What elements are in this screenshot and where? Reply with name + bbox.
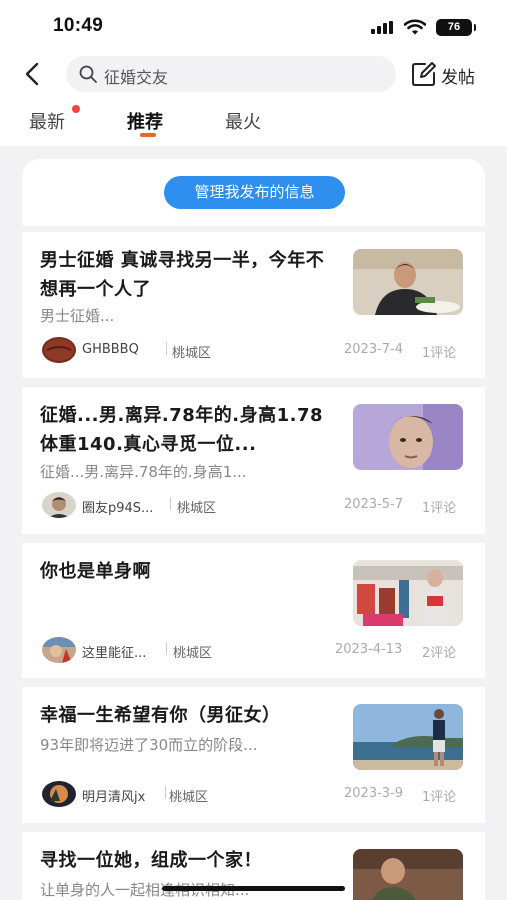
post-thumbnail[interactable] xyxy=(353,560,463,626)
post-excerpt: 男士征婚... xyxy=(40,307,115,325)
author-name[interactable]: 明月清风jx xyxy=(82,786,145,805)
post-excerpt: 93年即将迈进了30而立的阶段... xyxy=(40,736,258,754)
post-title[interactable]: 你也是单身啊 xyxy=(40,557,340,586)
post-title[interactable]: 男士征婚 真诚寻找另一半，今年不想再一个人了 xyxy=(40,246,340,304)
post-title[interactable]: 幸福一生希望有你（男征女） xyxy=(40,701,340,730)
avatar[interactable] xyxy=(42,492,76,518)
search-input[interactable]: 征婚交友 xyxy=(66,56,396,92)
post-title[interactable]: 寻找一位她，组成一个家！ xyxy=(40,846,340,875)
divider xyxy=(166,642,167,655)
post-title[interactable]: 征婚...男.离异.78年的.身高1.78体重140.真心寻觅一位... xyxy=(40,401,340,459)
tab-hottest[interactable]: 最火 xyxy=(225,108,261,134)
comment-count: 1评论 xyxy=(422,501,457,516)
post-card[interactable]: 男士征婚 真诚寻找另一半，今年不想再一个人了 男士征婚... GHBBBQ 桃城… xyxy=(22,232,485,378)
author-name[interactable]: 这里能征... xyxy=(82,642,146,661)
post-date: 2023-3-9 xyxy=(344,786,404,801)
post-date: 2023-7-4 xyxy=(344,342,404,357)
divider xyxy=(165,786,166,799)
author-name[interactable]: 圈友p94S... xyxy=(82,497,153,516)
post-card[interactable]: 征婚...男.离异.78年的.身高1.78体重140.真心寻觅一位... 征婚.… xyxy=(22,387,485,534)
tab-bar: 最新 推荐 最火 xyxy=(0,100,507,146)
status-time: 10:49 xyxy=(53,15,104,36)
status-bar: 10:49 76 xyxy=(0,0,507,50)
home-indicator xyxy=(162,886,345,891)
post-meta: 这里能征... 桃城区 2023-4-13 2评论 xyxy=(42,637,467,663)
district: 桃城区 xyxy=(169,790,209,805)
signal-icon xyxy=(371,21,397,34)
search-text: 征婚交友 xyxy=(104,68,169,87)
comment-count: 1评论 xyxy=(422,346,457,361)
author-name[interactable]: GHBBBQ xyxy=(82,342,139,357)
avatar[interactable] xyxy=(42,637,76,663)
post-label: 发帖 xyxy=(441,68,475,88)
post-card[interactable]: 幸福一生希望有你（男征女） 93年即将迈进了30而立的阶段... 明月清风jx … xyxy=(22,687,485,823)
tab-latest[interactable]: 最新 xyxy=(29,108,65,134)
post-button[interactable]: 发帖 xyxy=(411,58,491,88)
active-tab-indicator xyxy=(140,133,156,137)
divider xyxy=(166,342,167,355)
post-thumbnail[interactable] xyxy=(353,849,463,900)
district: 桃城区 xyxy=(172,346,212,361)
manage-my-posts-button[interactable]: 管理我发布的信息 xyxy=(164,176,345,209)
avatar[interactable] xyxy=(42,337,76,363)
battery-icon: 76 xyxy=(436,19,476,36)
post-thumbnail[interactable] xyxy=(353,404,463,470)
post-thumbnail[interactable] xyxy=(353,704,463,770)
post-date: 2023-4-13 xyxy=(335,642,403,657)
manage-card: 管理我发布的信息 xyxy=(22,159,485,226)
search-icon xyxy=(79,65,97,83)
comment-count: 1评论 xyxy=(422,790,457,805)
post-meta: 明月清风jx 桃城区 2023-3-9 1评论 xyxy=(42,781,467,807)
wifi-icon xyxy=(404,19,426,35)
header: 征婚交友 发帖 xyxy=(0,50,507,100)
post-card[interactable]: 你也是单身啊 这里能征... 桃城区 2023-4-13 2评论 xyxy=(22,543,485,678)
post-excerpt: 征婚...男.离异.78年的.身高1... xyxy=(40,463,247,481)
post-thumbnail[interactable] xyxy=(353,249,463,315)
district: 桃城区 xyxy=(177,501,217,516)
edit-icon xyxy=(412,62,436,86)
comment-count: 2评论 xyxy=(422,646,457,661)
district: 桃城区 xyxy=(173,646,213,661)
avatar[interactable] xyxy=(42,781,76,807)
post-meta: GHBBBQ 桃城区 2023-7-4 1评论 xyxy=(42,337,467,363)
post-date: 2023-5-7 xyxy=(344,497,404,512)
tab-recommended[interactable]: 推荐 xyxy=(127,108,163,134)
divider xyxy=(170,497,171,510)
new-badge-dot xyxy=(72,105,80,113)
back-icon[interactable] xyxy=(18,60,46,88)
post-meta: 圈友p94S... 桃城区 2023-5-7 1评论 xyxy=(42,492,467,518)
